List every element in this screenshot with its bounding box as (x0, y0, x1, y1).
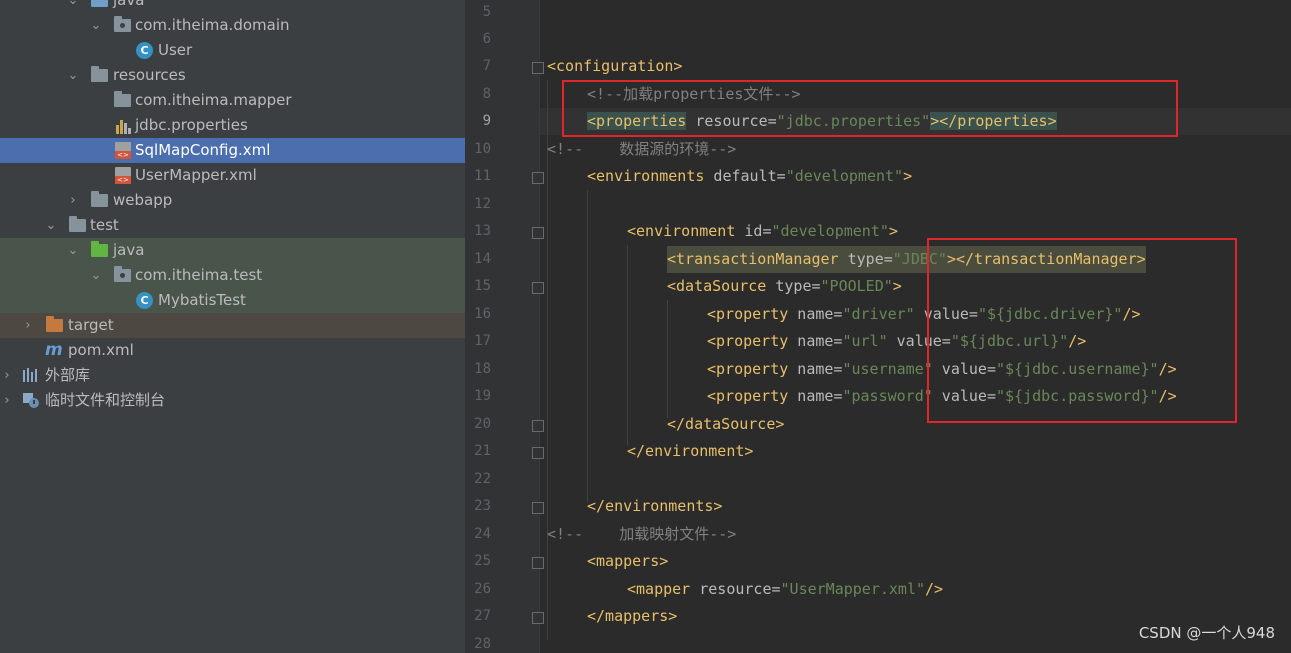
code-line-13: <environment id="development"> (627, 222, 898, 240)
tree-item-mapper-folder[interactable]: com.itheima.mapper (0, 88, 465, 113)
tree-item-jdbc-properties[interactable]: jdbc.properties (0, 113, 465, 138)
code-editor[interactable]: 5 6 7 8 9 10 11 12 13 14 15 16 17 18 19 … (465, 0, 1291, 653)
chevron-right-icon[interactable]: › (0, 363, 14, 388)
line-number: 9 (482, 113, 491, 129)
fold-marker-icon[interactable] (532, 420, 544, 432)
folder-icon (69, 216, 86, 232)
line-number: 18 (474, 361, 491, 377)
line-number: 23 (474, 498, 491, 514)
code-line-7: <configuration> (547, 57, 683, 75)
line-number: 16 (474, 306, 491, 322)
line-number: 24 (474, 526, 491, 542)
chevron-down-icon[interactable]: ⌄ (66, 63, 80, 88)
line-number: 13 (474, 223, 491, 239)
fold-marker-icon[interactable] (532, 557, 544, 569)
code-line-21: </environment> (627, 442, 754, 460)
line-number: 25 (474, 553, 491, 569)
code-line-10: <!-- 数据源的环境--> (547, 140, 737, 158)
source-folder-icon (91, 0, 108, 7)
tree-item-pom[interactable]: m pom.xml (0, 338, 465, 363)
line-number: 14 (474, 251, 491, 267)
code-line-20: </dataSource> (667, 415, 785, 433)
code-line-11: <environments default="development"> (587, 167, 913, 185)
fold-marker-icon[interactable] (532, 447, 544, 459)
maven-icon: m (45, 340, 63, 360)
test-source-folder-icon (91, 241, 108, 257)
line-number: 15 (474, 278, 491, 294)
tree-item-java-main[interactable]: ⌄ java (0, 0, 465, 13)
line-number: 26 (474, 581, 491, 597)
line-number: 6 (482, 31, 491, 47)
tree-item-user-class[interactable]: C User (0, 38, 465, 63)
properties-file-icon (116, 117, 132, 134)
fold-marker-icon[interactable] (532, 612, 544, 624)
annotation-box-values (927, 238, 1237, 423)
tree-item-target[interactable]: › target (0, 313, 465, 338)
code-line-15: <dataSource type="POOLED"> (667, 277, 902, 295)
fold-marker-icon[interactable] (532, 62, 544, 74)
tree-item-test[interactable]: ⌄ test (0, 213, 465, 238)
line-number: 8 (482, 86, 491, 102)
tree-item-external-libraries[interactable]: › 外部库 (0, 363, 465, 388)
line-number: 28 (474, 636, 491, 652)
chevron-down-icon[interactable]: ⌄ (44, 213, 58, 238)
chevron-right-icon[interactable]: › (66, 188, 80, 213)
tree-item-scratches[interactable]: › 临时文件和控制台 (0, 388, 465, 413)
tree-item-package-test[interactable]: ⌄ com.itheima.test (0, 263, 465, 288)
tree-item-webapp[interactable]: › webapp (0, 188, 465, 213)
annotation-box-properties (562, 80, 1178, 137)
xml-file-icon (115, 167, 131, 184)
line-number: 11 (474, 168, 491, 184)
scratches-icon (22, 392, 40, 409)
xml-file-icon (115, 142, 131, 159)
fold-marker-icon[interactable] (532, 172, 544, 184)
library-icon (22, 367, 40, 384)
chevron-down-icon[interactable]: ⌄ (89, 263, 103, 288)
java-class-icon: C (136, 292, 153, 309)
folder-icon (91, 191, 108, 207)
line-number: 20 (474, 416, 491, 432)
line-number: 27 (474, 608, 491, 624)
tree-item-java-test[interactable]: ⌄ java (0, 238, 465, 263)
line-number: 7 (482, 58, 491, 74)
tree-item-mybatistest[interactable]: C MybatisTest (0, 288, 465, 313)
resources-folder-icon (91, 66, 108, 82)
excluded-folder-icon (46, 316, 63, 332)
code-line-26: <mapper resource="UserMapper.xml"/> (627, 580, 944, 598)
chevron-right-icon[interactable]: › (0, 388, 14, 413)
code-line-27: </mappers> (587, 607, 678, 625)
fold-marker-icon[interactable] (532, 502, 544, 514)
package-icon (114, 266, 131, 282)
chevron-down-icon[interactable]: ⌄ (66, 0, 80, 13)
tree-item-usermapper[interactable]: UserMapper.xml (0, 163, 465, 188)
line-number: 5 (482, 4, 491, 20)
line-number: 22 (474, 471, 491, 487)
project-tree: ⌄ java ⌄ com.itheima.domain C User ⌄ res… (0, 0, 465, 653)
line-number: 19 (474, 388, 491, 404)
fold-marker-icon[interactable] (532, 282, 544, 294)
line-number: 10 (474, 141, 491, 157)
chevron-down-icon[interactable]: ⌄ (66, 238, 80, 263)
line-number: 21 (474, 443, 491, 459)
folder-icon (114, 91, 131, 107)
tree-item-resources[interactable]: ⌄ resources (0, 63, 465, 88)
chevron-down-icon[interactable]: ⌄ (89, 13, 103, 38)
code-line-24: <!-- 加载映射文件--> (547, 525, 737, 543)
code-line-23: </environments> (587, 497, 723, 515)
chevron-right-icon[interactable]: › (21, 313, 35, 338)
tree-item-sqlmapconfig[interactable]: SqlMapConfig.xml (0, 138, 465, 163)
tree-item-package-domain[interactable]: ⌄ com.itheima.domain (0, 13, 465, 38)
java-class-icon: C (136, 42, 153, 59)
watermark: CSDN @一个人948 (1138, 624, 1275, 642)
line-number: 12 (474, 196, 491, 212)
fold-marker-icon[interactable] (532, 227, 544, 239)
package-icon (114, 16, 131, 32)
code-line-25: <mappers> (587, 552, 669, 570)
line-number: 17 (474, 333, 491, 349)
